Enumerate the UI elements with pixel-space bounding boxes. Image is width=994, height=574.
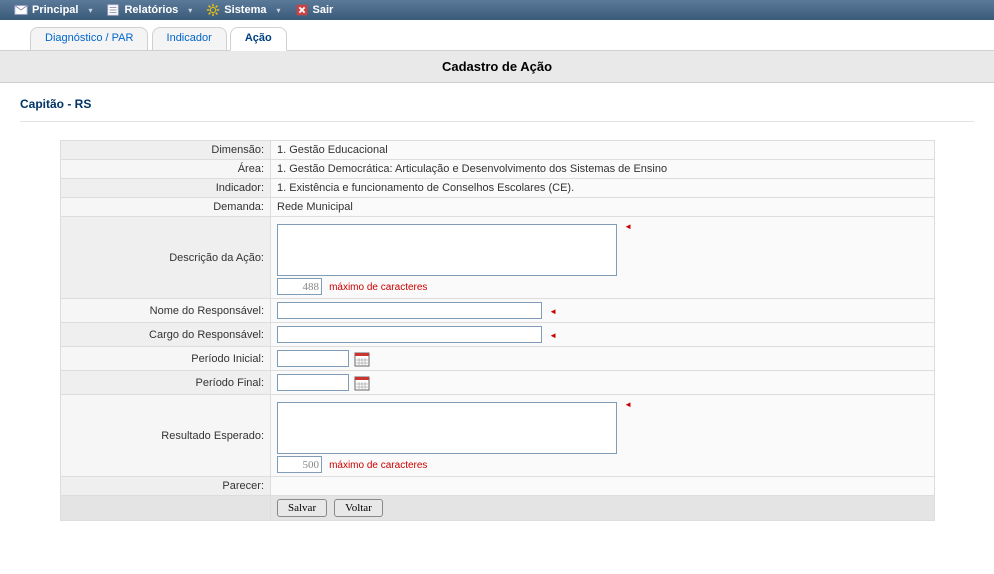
tab-acao[interactable]: Ação: [230, 27, 287, 51]
label-periodo-final: Período Final:: [61, 371, 271, 395]
tabs: Diagnóstico / PAR Indicador Ação: [0, 22, 994, 51]
descricao-counter: [277, 278, 322, 295]
tab-indicador[interactable]: Indicador: [152, 27, 227, 50]
descricao-input[interactable]: [277, 224, 617, 276]
label-nome-resp: Nome do Responsável:: [61, 299, 271, 323]
required-icon: ◄: [624, 222, 632, 231]
dropdown-icon: ▾: [88, 6, 92, 15]
label-descricao: Descrição da Ação:: [61, 217, 271, 299]
resultado-input[interactable]: [277, 402, 617, 454]
required-icon: ◄: [549, 331, 557, 340]
menu-sair[interactable]: Sair: [287, 0, 342, 20]
tab-diagnostico[interactable]: Diagnóstico / PAR: [30, 27, 148, 50]
label-demanda: Demanda:: [61, 198, 271, 217]
menu-principal[interactable]: Principal: [6, 0, 86, 20]
dropdown-icon: ▾: [188, 6, 192, 15]
menu-sistema[interactable]: Sistema: [198, 0, 274, 20]
value-parecer: [271, 477, 935, 496]
exit-icon: [295, 3, 309, 17]
value-demanda: Rede Municipal: [271, 198, 935, 217]
gear-icon: [206, 3, 220, 17]
form-table: Dimensão: 1. Gestão Educacional Área: 1.…: [60, 140, 935, 521]
required-icon: ◄: [549, 307, 557, 316]
label-parecer: Parecer:: [61, 477, 271, 496]
value-dimensao: 1. Gestão Educacional: [271, 141, 935, 160]
voltar-button[interactable]: Voltar: [334, 499, 383, 517]
cargo-resp-input[interactable]: [277, 326, 542, 343]
menu-sistema-label: Sistema: [224, 4, 266, 16]
label-dimensao: Dimensão:: [61, 141, 271, 160]
context-text: Capitão - RS: [20, 97, 91, 111]
maxchars-hint: máximo de caracteres: [329, 460, 427, 471]
menu-sair-label: Sair: [313, 4, 334, 16]
home-icon: [14, 3, 28, 17]
value-area: 1. Gestão Democrática: Articulação e Des…: [271, 160, 935, 179]
page-title: Cadastro de Ação: [0, 51, 994, 83]
calendar-icon[interactable]: [354, 375, 370, 391]
menu-principal-label: Principal: [32, 4, 78, 16]
dropdown-icon: ▾: [277, 6, 281, 15]
main-menubar: Principal ▾ Relatórios ▾ Sistema ▾ Sair: [0, 0, 994, 20]
salvar-button[interactable]: Salvar: [277, 499, 327, 517]
menu-relatorios[interactable]: Relatórios: [98, 0, 186, 20]
periodo-inicial-input[interactable]: [277, 350, 349, 367]
menu-relatorios-label: Relatórios: [124, 4, 178, 16]
label-indicador: Indicador:: [61, 179, 271, 198]
maxchars-hint: máximo de caracteres: [329, 282, 427, 293]
calendar-icon[interactable]: [354, 351, 370, 367]
label-periodo-inicial: Período Inicial:: [61, 347, 271, 371]
nome-resp-input[interactable]: [277, 302, 542, 319]
divider: [20, 121, 974, 122]
report-icon: [106, 3, 120, 17]
context-bar: Capitão - RS: [0, 83, 994, 119]
required-icon: ◄: [624, 400, 632, 409]
resultado-counter: [277, 456, 322, 473]
periodo-final-input[interactable]: [277, 374, 349, 391]
label-area: Área:: [61, 160, 271, 179]
label-cargo-resp: Cargo do Responsável:: [61, 323, 271, 347]
label-resultado: Resultado Esperado:: [61, 395, 271, 477]
value-indicador: 1. Existência e funcionamento de Conselh…: [271, 179, 935, 198]
